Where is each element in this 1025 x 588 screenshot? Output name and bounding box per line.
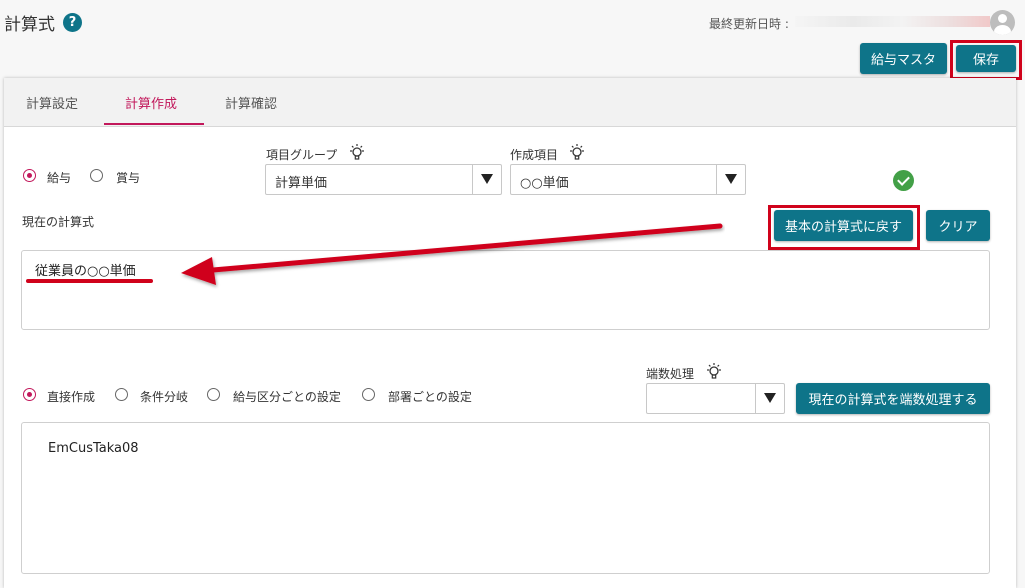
active-tab-indicator [104,123,204,125]
formula-editor[interactable]: EmCusTaka08 [21,422,990,574]
chevron-down-icon [725,174,737,184]
tab-calc-create[interactable]: 計算作成 [125,93,177,112]
radio-salary-label: 給与 [47,171,72,185]
annotation-arrow [181,223,723,285]
radio-direct-create[interactable] [23,388,36,401]
item-group-label: 項目グループ [266,148,338,162]
rounding-label: 端数処理 [646,367,695,381]
last-updated-value-redacted [795,16,990,27]
clear-button[interactable]: クリア [926,210,990,241]
formula-underline-annotation [26,279,153,283]
save-button[interactable]: 保存 [956,45,1016,72]
valid-check-icon [893,170,914,191]
radio-bonus-label: 賞与 [116,171,141,185]
radio-bonus[interactable] [90,169,103,182]
page-title: 計算式 [4,15,55,35]
current-formula-text: 従業員の○○単価 [35,264,136,279]
chevron-down-icon [481,174,493,184]
tab-calc-settings[interactable]: 計算設定 [26,93,78,112]
formula-editor-text: EmCusTaka08 [48,441,139,456]
apply-rounding-button[interactable]: 現在の計算式を端数処理する [796,383,990,414]
current-formula-label: 現在の計算式 [22,215,95,229]
rounding-select[interactable] [646,383,785,414]
item-group-select[interactable]: 計算単価 [265,164,502,195]
chevron-down-icon [764,393,776,403]
radio-per-department-label: 部署ごとの設定 [388,390,472,404]
reset-formula-button[interactable]: 基本の計算式に戻す [774,210,913,241]
created-item-select[interactable]: ○○単価 [510,164,746,195]
item-group-hint-lightbulb-icon[interactable] [348,143,366,161]
rounding-hint-lightbulb-icon[interactable] [705,362,723,380]
last-updated-label: 最終更新日時 : [709,17,789,31]
tab-bar: 計算設定 計算作成 計算確認 [4,78,1016,127]
tab-calc-confirm[interactable]: 計算確認 [225,93,277,112]
radio-condition-branch[interactable] [115,388,128,401]
user-avatar-icon[interactable] [990,10,1015,35]
help-icon[interactable]: ? [63,13,82,32]
radio-per-pay-category[interactable] [207,388,220,401]
radio-salary[interactable] [23,169,36,182]
created-item-value: ○○単価 [520,176,569,191]
radio-condition-branch-label: 条件分岐 [140,390,189,404]
created-item-label: 作成項目 [510,148,559,162]
radio-direct-create-label: 直接作成 [47,390,96,404]
item-group-value: 計算単価 [275,176,328,191]
salary-master-button[interactable]: 給与マスタ [860,43,947,74]
radio-per-department[interactable] [362,388,375,401]
created-item-hint-lightbulb-icon[interactable] [568,143,586,161]
radio-per-pay-category-label: 給与区分ごとの設定 [233,390,341,404]
